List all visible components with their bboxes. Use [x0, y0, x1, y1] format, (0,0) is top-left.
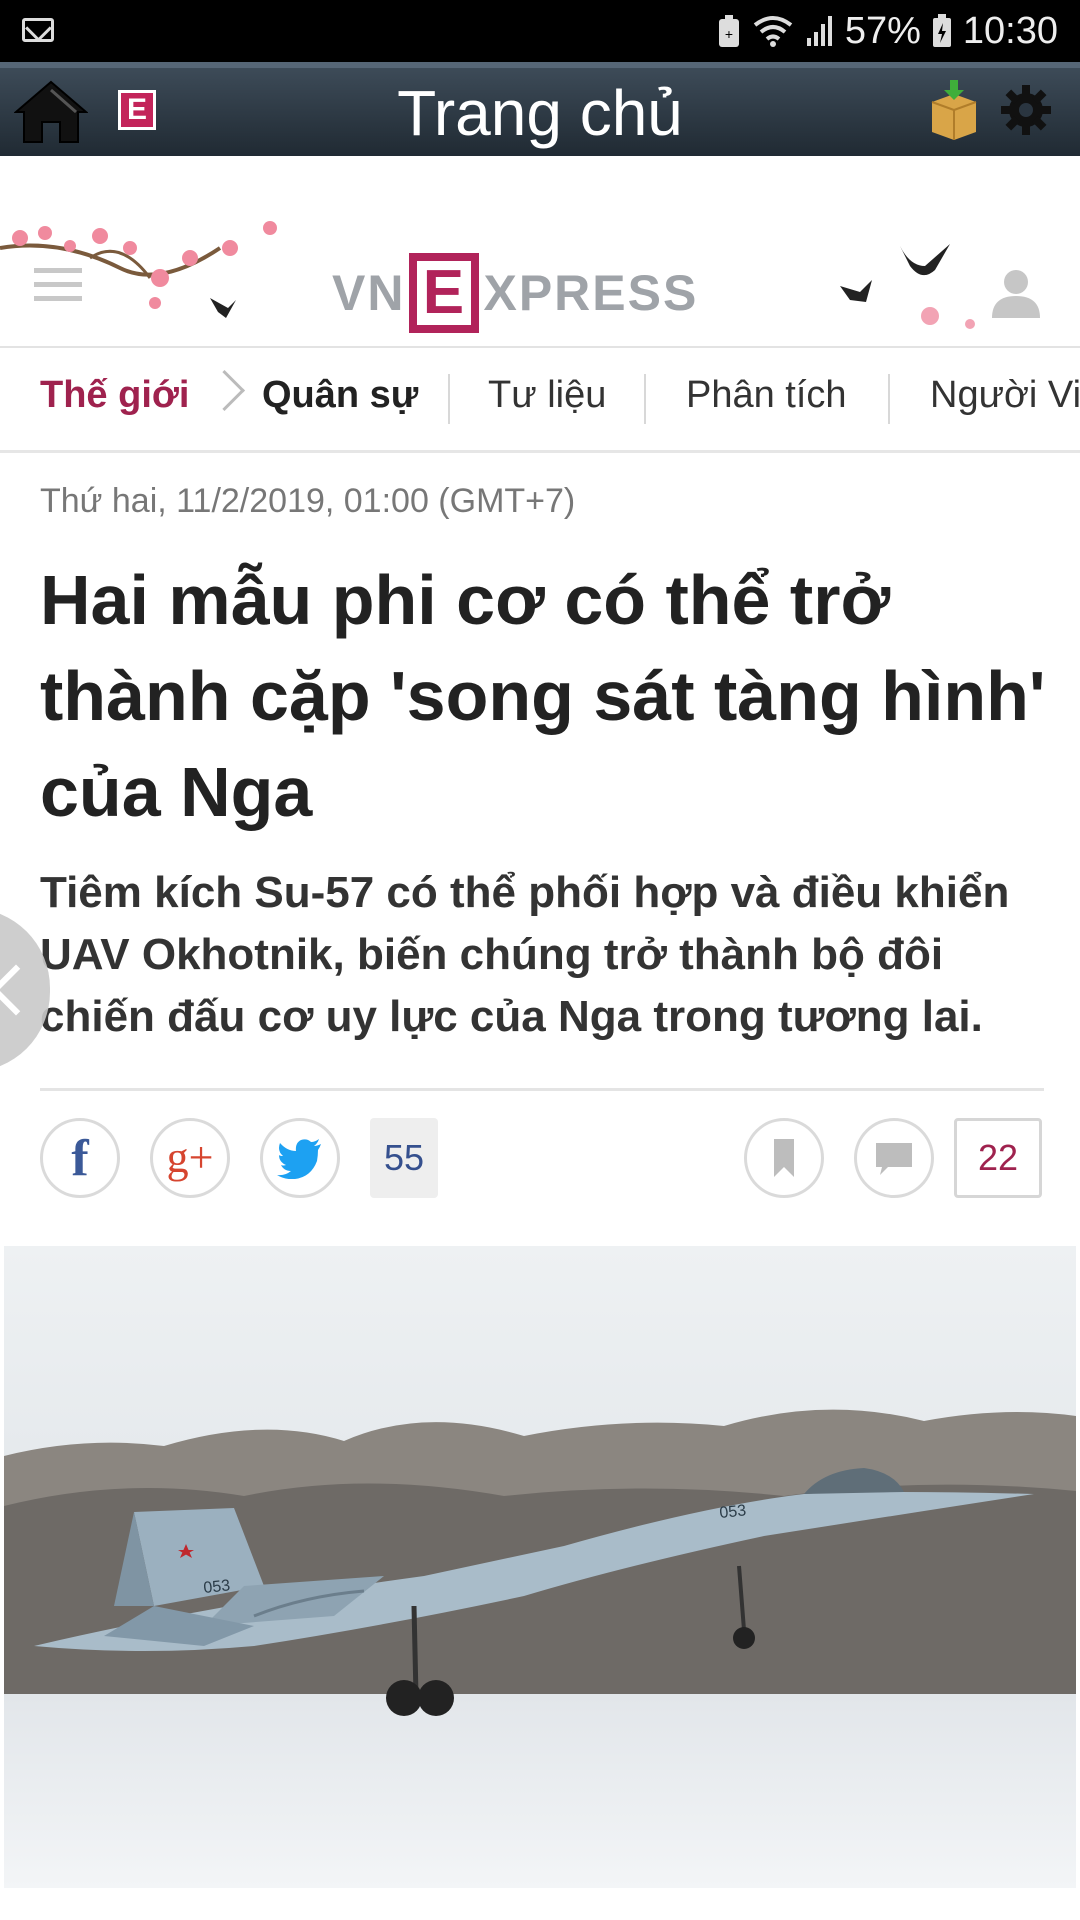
- chevron-right-icon: [203, 369, 246, 412]
- bookmark-icon: [774, 1139, 794, 1177]
- clock: 10:30: [962, 9, 1058, 52]
- app-title: Trang chủ: [397, 77, 683, 149]
- article-photo-su57[interactable]: 053 053: [4, 1246, 1076, 1888]
- divider: [40, 1088, 1044, 1091]
- tab-phan-tich[interactable]: Phân tích: [686, 374, 847, 417]
- bookmark-button[interactable]: [744, 1118, 824, 1198]
- battery-percent: 57%: [844, 9, 921, 52]
- article-date: Thứ hai, 11/2/2019, 01:00 (GMT+7): [40, 482, 576, 520]
- gmail-notification-icon: [22, 18, 54, 42]
- nav-divider: [888, 374, 890, 424]
- fin-number-label: 053: [203, 1577, 231, 1597]
- download-box-icon[interactable]: [928, 80, 980, 140]
- menu-hamburger-icon[interactable]: [34, 268, 82, 302]
- section-nav: Thế giới Quân sự Tư liệu Phân tích Người…: [0, 346, 1080, 453]
- svg-text:+: +: [725, 26, 733, 42]
- comment-icon: [876, 1143, 912, 1175]
- battery-icon: [932, 14, 951, 47]
- nav-divider: [644, 374, 646, 424]
- tab-quan-su[interactable]: Quân sự: [262, 374, 418, 417]
- comment-count[interactable]: 22: [954, 1118, 1042, 1198]
- twitter-share-button[interactable]: [260, 1118, 340, 1198]
- swallows-decoration: [840, 244, 975, 329]
- tab-nguoi-viet[interactable]: Người Vi: [930, 374, 1080, 417]
- facebook-share-button[interactable]: f: [40, 1118, 120, 1198]
- nav-divider: [448, 374, 450, 424]
- status-bar: + 57% 10:30: [0, 0, 1080, 62]
- article-lead: Tiêm kích Su-57 có thể phối hợp và điều …: [40, 868, 1010, 1041]
- tail-number-label: 053: [719, 1502, 747, 1522]
- article-title: Hai mẫu phi cơ có thể trở thành cặp 'son…: [40, 561, 1046, 831]
- breadcrumb-section-link[interactable]: Thế giới: [40, 374, 189, 417]
- vnexpress-logo[interactable]: VN E XPRESS: [332, 250, 698, 336]
- comment-button[interactable]: [854, 1118, 934, 1198]
- google-plus-share-button[interactable]: g+: [150, 1118, 230, 1198]
- battery-saver-icon: +: [718, 15, 739, 47]
- app-bar: E Trang chủ: [0, 62, 1080, 156]
- settings-gear-icon[interactable]: [1000, 84, 1052, 136]
- site-header: VN E XPRESS: [0, 156, 1080, 348]
- signal-icon: [806, 16, 832, 46]
- wifi-icon: [753, 16, 793, 47]
- share-count: 55: [370, 1118, 438, 1198]
- tab-tu-lieu[interactable]: Tư liệu: [488, 374, 606, 417]
- twitter-bird-icon: [277, 1139, 321, 1180]
- user-account-icon[interactable]: [990, 266, 1042, 318]
